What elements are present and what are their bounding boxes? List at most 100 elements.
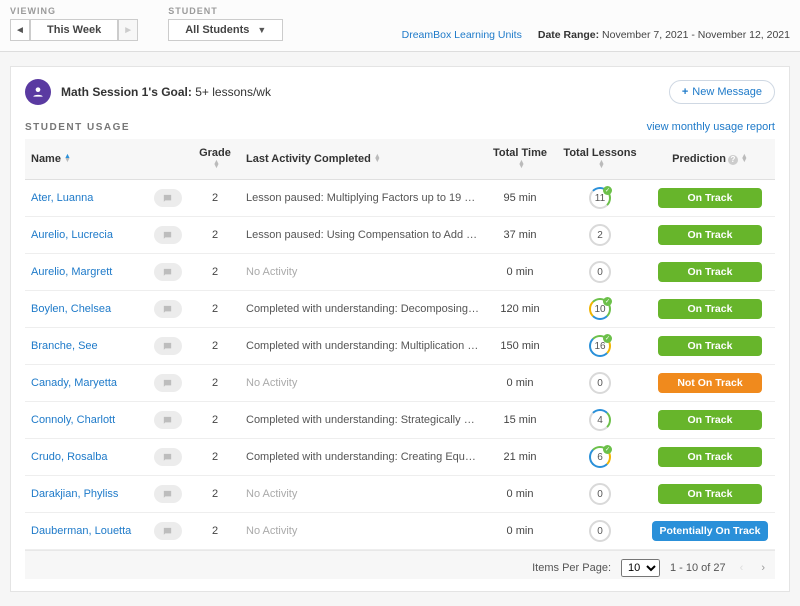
week-prev-button[interactable]: ◄ [10, 19, 30, 41]
page-prev-button: ‹ [736, 562, 748, 574]
prediction-cell: On Track [645, 402, 775, 439]
time-cell: 37 min [485, 217, 555, 254]
lessons-badge: 2 [589, 224, 611, 246]
col-time[interactable]: Total Time▲▼ [485, 139, 555, 180]
prediction-badge: Potentially On Track [652, 521, 769, 541]
table-row: Aurelio, Margrett2No Activity0 min0On Tr… [25, 254, 775, 291]
col-lessons[interactable]: Total Lessons▲▼ [555, 139, 645, 180]
student-link[interactable]: Connoly, Charlott [31, 414, 115, 426]
student-link[interactable]: Branche, See [31, 340, 98, 352]
activity-cell: No Activity [240, 254, 485, 291]
chat-icon[interactable] [154, 300, 182, 318]
chat-cell [145, 513, 190, 550]
student-link[interactable]: Boylen, Chelsea [31, 303, 111, 315]
usage-table: Name▲▼ Grade▲▼ Last Activity Completed▲▼… [25, 139, 775, 550]
prediction-cell: Not On Track [645, 365, 775, 402]
chat-cell [145, 476, 190, 513]
prediction-cell: On Track [645, 476, 775, 513]
week-select[interactable]: This Week [30, 19, 118, 41]
col-prediction[interactable]: Prediction?▲▼ [645, 139, 775, 180]
activity-cell: No Activity [240, 513, 485, 550]
student-name-cell: Branche, See [25, 328, 145, 365]
lessons-badge: 0 [589, 372, 611, 394]
time-cell: 0 min [485, 513, 555, 550]
table-row: Boylen, Chelsea2Completed with understan… [25, 291, 775, 328]
help-icon[interactable]: ? [728, 155, 738, 165]
grade-cell: 2 [190, 254, 240, 291]
page-next-button[interactable]: › [757, 562, 769, 574]
units-link[interactable]: DreamBox Learning Units [402, 29, 522, 41]
pagination: Items Per Page: 10 1 - 10 of 27 ‹ › [25, 550, 775, 579]
chat-cell [145, 439, 190, 476]
student-link[interactable]: Aurelio, Lucrecia [31, 229, 113, 241]
chat-icon[interactable] [154, 522, 182, 540]
prediction-cell: On Track [645, 217, 775, 254]
chat-icon[interactable] [154, 226, 182, 244]
chat-icon[interactable] [154, 411, 182, 429]
time-cell: 95 min [485, 180, 555, 217]
student-group: STUDENT All Students ▼ [168, 6, 283, 41]
chat-cell [145, 217, 190, 254]
section-title: STUDENT USAGE [25, 122, 130, 133]
top-right-info: DreamBox Learning Units Date Range: Nove… [402, 29, 790, 41]
page-range: 1 - 10 of 27 [670, 562, 726, 574]
student-select[interactable]: All Students ▼ [168, 19, 283, 41]
week-next-button: ► [118, 19, 138, 41]
chat-cell [145, 291, 190, 328]
student-link[interactable]: Aurelio, Margrett [31, 266, 112, 278]
monthly-report-link[interactable]: view monthly usage report [647, 121, 775, 133]
activity-cell: Lesson paused: Using Compensation to Add… [240, 217, 485, 254]
prediction-badge: On Track [658, 188, 762, 208]
student-link[interactable]: Canady, Maryetta [31, 377, 117, 389]
usage-card: Math Session 1's Goal: 5+ lessons/wk + N… [10, 66, 790, 592]
chat-icon[interactable] [154, 485, 182, 503]
student-name-cell: Canady, Maryetta [25, 365, 145, 402]
student-name-cell: Boylen, Chelsea [25, 291, 145, 328]
prediction-badge: On Track [658, 484, 762, 504]
chat-cell [145, 365, 190, 402]
student-link[interactable]: Dauberman, Louetta [31, 525, 131, 537]
prediction-cell: Potentially On Track [645, 513, 775, 550]
activity-cell: Completed with understanding: Multiplica… [240, 328, 485, 365]
student-link[interactable]: Ater, Luanna [31, 192, 93, 204]
student-name-cell: Ater, Luanna [25, 180, 145, 217]
lessons-badge: 11 [589, 187, 611, 209]
check-icon [603, 297, 612, 306]
student-link[interactable]: Darakjian, Phyliss [31, 488, 118, 500]
prediction-cell: On Track [645, 180, 775, 217]
chat-cell [145, 254, 190, 291]
grade-cell: 2 [190, 328, 240, 365]
activity-cell: No Activity [240, 476, 485, 513]
viewing-label: VIEWING [10, 6, 138, 16]
col-activity[interactable]: Last Activity Completed▲▼ [240, 139, 485, 180]
date-range-label: Date Range: [538, 29, 599, 41]
col-name[interactable]: Name▲▼ [25, 139, 145, 180]
lessons-cell: 0 [555, 476, 645, 513]
time-cell: 0 min [485, 365, 555, 402]
time-cell: 150 min [485, 328, 555, 365]
items-per-page-select[interactable]: 10 [621, 559, 660, 577]
lessons-badge: 0 [589, 483, 611, 505]
top-filter-bar: VIEWING ◄ This Week ► STUDENT All Studen… [0, 0, 800, 52]
check-icon [603, 186, 612, 195]
table-row: Aurelio, Lucrecia 2 Lesson paused: Using C… [25, 217, 775, 254]
col-grade[interactable]: Grade▲▼ [190, 139, 240, 180]
plus-icon: + [682, 86, 688, 98]
grade-cell: 2 [190, 513, 240, 550]
grade-cell: 2 [190, 291, 240, 328]
col-chat [145, 139, 190, 180]
chevron-down-icon: ▼ [257, 25, 266, 35]
table-row: Branche, See 2Completed with understandin… [25, 328, 775, 365]
chat-icon[interactable] [154, 374, 182, 392]
lessons-badge: 10 [589, 298, 611, 320]
chat-icon[interactable] [154, 448, 182, 466]
grade-cell: 2 [190, 476, 240, 513]
student-name-cell: Dauberman, Louetta [25, 513, 145, 550]
chat-icon[interactable] [154, 263, 182, 281]
chat-icon[interactable] [154, 189, 182, 207]
new-message-button[interactable]: + New Message [669, 80, 775, 104]
student-link[interactable]: Crudo, Rosalba [31, 451, 107, 463]
chat-cell [145, 402, 190, 439]
time-cell: 120 min [485, 291, 555, 328]
chat-icon[interactable] [154, 337, 182, 355]
